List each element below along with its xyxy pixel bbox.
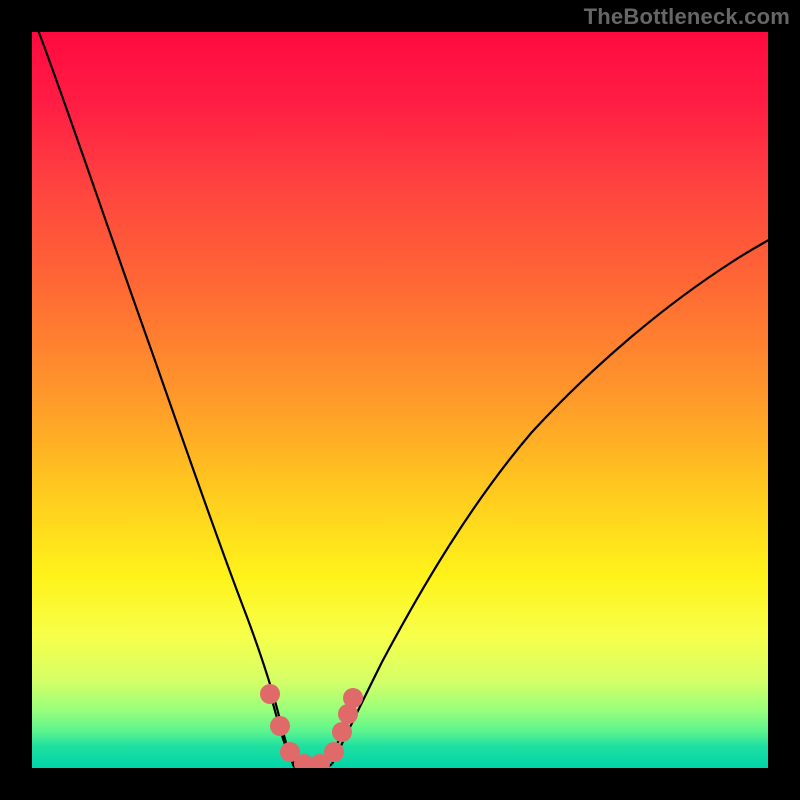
curve-path: [35, 32, 294, 767]
well-dot: [332, 722, 352, 742]
curve-path-right: [332, 238, 768, 764]
well-dot: [343, 688, 363, 708]
well-dot: [324, 742, 344, 762]
chart-frame: TheBottleneck.com: [0, 0, 800, 800]
chart-plot-area: [32, 32, 768, 768]
watermark-text: TheBottleneck.com: [584, 4, 790, 30]
bottleneck-curve: [32, 32, 768, 768]
well-dot: [270, 716, 290, 736]
well-dot: [260, 684, 280, 704]
